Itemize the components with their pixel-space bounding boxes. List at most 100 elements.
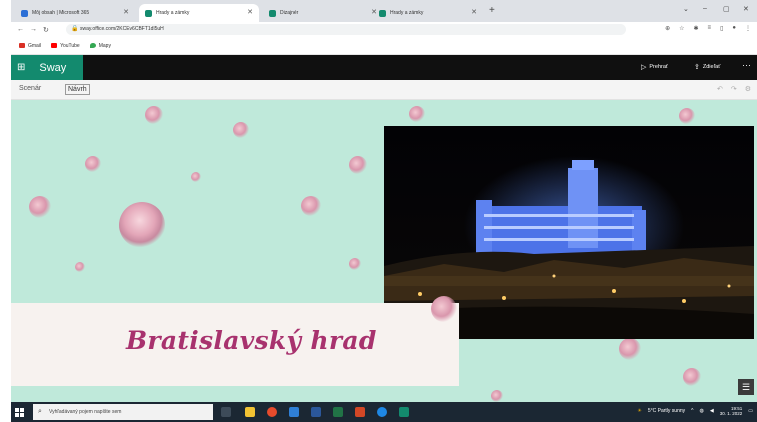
task-view-icon[interactable] bbox=[221, 407, 231, 417]
flower-decoration bbox=[191, 172, 201, 182]
reading-list-icon[interactable]: ≡ bbox=[708, 25, 712, 32]
gmail-icon bbox=[19, 43, 25, 48]
reload-icon[interactable]: ↻ bbox=[43, 26, 49, 34]
tab-label: Dizajnér bbox=[280, 10, 299, 16]
app-launcher-icon[interactable]: ⊞ bbox=[17, 62, 25, 73]
bookmark-gmail[interactable]: Gmail bbox=[19, 43, 41, 49]
weather-text[interactable]: 5°C Partly sunny bbox=[648, 408, 685, 414]
flower-decoration bbox=[349, 156, 367, 174]
youtube-icon bbox=[51, 43, 58, 48]
play-icon: ▷ bbox=[641, 64, 647, 71]
maps-pin-icon bbox=[89, 43, 96, 48]
share-icon: ⇪ bbox=[694, 64, 700, 71]
translate-icon[interactable]: ⊕ bbox=[665, 25, 670, 32]
edge-icon[interactable] bbox=[377, 407, 387, 417]
flower-decoration bbox=[233, 122, 249, 138]
tab-strip: Môj obsah | Microsoft 365 ✕ Hrady a zámk… bbox=[11, 0, 757, 22]
profile-icon[interactable]: ● bbox=[732, 25, 736, 32]
sway-subbar: Scenár Návrh ↶ ↷ ⚙ bbox=[11, 80, 757, 100]
browser-tab-3[interactable]: Dizajnér ✕ bbox=[263, 4, 383, 22]
navigation-view-icon[interactable]: ☰ bbox=[738, 379, 754, 395]
back-icon[interactable]: ← bbox=[17, 26, 24, 33]
play-label: Prehrať bbox=[649, 64, 668, 70]
sidebar-icon[interactable]: ▯ bbox=[720, 25, 723, 32]
chrome-icon[interactable] bbox=[267, 407, 277, 417]
browser-tab-1[interactable]: Môj obsah | Microsoft 365 ✕ bbox=[15, 4, 135, 22]
bookmark-youtube[interactable]: YouTube bbox=[51, 43, 80, 49]
flower-decoration bbox=[349, 258, 361, 270]
maximize-icon[interactable]: ▢ bbox=[723, 5, 730, 13]
bookmark-label: Mapy bbox=[98, 42, 111, 49]
bookmark-label: Gmail bbox=[28, 42, 42, 49]
clock-date: 30. 1. 2022 bbox=[719, 411, 743, 416]
extension-icon[interactable]: ✱ bbox=[694, 25, 699, 32]
play-button[interactable]: ▷ Prehrať bbox=[641, 63, 668, 71]
close-window-icon[interactable]: ✕ bbox=[743, 5, 749, 13]
file-explorer-icon[interactable] bbox=[245, 407, 255, 417]
browser-toolbar: ← → ↻ 🔒 sway.office.com/2KCEv6CBFT1dl5uH… bbox=[11, 22, 757, 37]
sway-favicon-icon bbox=[379, 9, 386, 17]
styles-icon[interactable]: ⚙ bbox=[745, 85, 751, 93]
system-tray: ☀ 5°C Partly sunny ^ ◍ ◀ 19:51 30. 1. 20… bbox=[637, 406, 753, 416]
sway-app-bar: ⊞ Sway ▷ Prehrať ⇪ Zdieľať ··· bbox=[11, 55, 757, 80]
windows-start-icon[interactable] bbox=[15, 408, 24, 417]
flower-decoration bbox=[431, 296, 457, 322]
volume-icon[interactable]: ◀ bbox=[710, 408, 714, 414]
browser-tab-4[interactable]: Hrady a zámky ✕ bbox=[373, 4, 483, 22]
share-button[interactable]: ⇪ Zdieľať bbox=[694, 63, 720, 71]
minimize-icon[interactable]: – bbox=[703, 5, 707, 12]
close-tab-icon[interactable]: ✕ bbox=[471, 8, 477, 16]
address-bar[interactable]: 🔒 sway.office.com/2KCEv6CBFT1dl5uH bbox=[66, 24, 626, 35]
tab-design[interactable]: Návrh bbox=[65, 84, 90, 95]
browser-tab-2[interactable]: Hrady a zámky ✕ bbox=[139, 4, 259, 22]
sway-taskbar-icon[interactable] bbox=[399, 407, 409, 417]
powerpoint-icon[interactable] bbox=[355, 407, 365, 417]
lock-icon: 🔒 bbox=[71, 26, 79, 32]
bookmark-maps[interactable]: Mapy bbox=[89, 42, 111, 49]
tab-storyline[interactable]: Scenár bbox=[17, 84, 43, 93]
flower-decoration bbox=[29, 196, 51, 218]
sway-favicon-icon bbox=[145, 9, 152, 17]
more-options-icon[interactable]: ··· bbox=[742, 60, 751, 70]
tab-search-icon[interactable]: ⌄ bbox=[683, 5, 689, 13]
menu-icon[interactable]: ⋮ bbox=[745, 25, 751, 32]
subbar-tools: ↶ ↷ ⚙ bbox=[717, 85, 751, 93]
redo-icon[interactable]: ↷ bbox=[731, 85, 737, 93]
undo-icon[interactable]: ↶ bbox=[717, 85, 723, 93]
excel-icon[interactable] bbox=[333, 407, 343, 417]
tray-arrow-icon[interactable]: ^ bbox=[691, 408, 693, 414]
search-icon: ⌕ bbox=[38, 408, 42, 415]
close-tab-icon[interactable]: ✕ bbox=[123, 8, 129, 16]
bookmark-star-icon[interactable]: ☆ bbox=[679, 25, 684, 32]
weather-icon: ☀ bbox=[637, 408, 642, 414]
flower-decoration bbox=[409, 106, 425, 122]
sway-canvas: Bratislavský hrad ☰ bbox=[11, 100, 757, 402]
tab-label: Hrady a zámky bbox=[156, 10, 190, 16]
mail-icon[interactable] bbox=[289, 407, 299, 417]
new-tab-icon[interactable]: + bbox=[489, 5, 495, 16]
windows-taskbar: ⌕ Vyhľadávaný pojem napíšte sem ☀ 5°C Pa… bbox=[11, 402, 757, 422]
share-label: Zdieľať bbox=[702, 64, 721, 70]
tab-label: Hrady a zámky bbox=[390, 10, 424, 16]
flower-decoration bbox=[491, 390, 503, 402]
flower-bouquet-decoration bbox=[119, 202, 165, 248]
toolbar-icons: ⊕ ☆ ✱ ≡ ▯ ● ⋮ bbox=[665, 25, 751, 32]
bookmark-label: YouTube bbox=[60, 42, 80, 49]
tab-label: Môj obsah | Microsoft 365 bbox=[32, 10, 90, 16]
notifications-icon[interactable]: ▭ bbox=[748, 408, 753, 414]
sway-favicon-icon bbox=[269, 9, 276, 17]
app-name[interactable]: Sway bbox=[39, 62, 66, 74]
search-placeholder: Vyhľadávaný pojem napíšte sem bbox=[49, 409, 122, 415]
forward-icon[interactable]: → bbox=[30, 26, 37, 33]
title-card[interactable]: Bratislavský hrad bbox=[11, 303, 459, 386]
close-tab-icon[interactable]: ✕ bbox=[247, 8, 253, 16]
flower-decoration bbox=[683, 368, 701, 386]
word-icon[interactable] bbox=[311, 407, 321, 417]
heading-title[interactable]: Bratislavský hrad bbox=[126, 326, 377, 355]
clock[interactable]: 19:51 30. 1. 2022 bbox=[720, 406, 743, 416]
network-icon[interactable]: ◍ bbox=[700, 408, 704, 414]
browser-window: Môj obsah | Microsoft 365 ✕ Hrady a zámk… bbox=[11, 0, 757, 422]
flower-decoration bbox=[145, 106, 163, 124]
taskbar-search[interactable]: ⌕ Vyhľadávaný pojem napíšte sem bbox=[33, 404, 213, 420]
url-text: sway.office.com/2KCEv6CBFT1dl5uH bbox=[80, 26, 164, 32]
